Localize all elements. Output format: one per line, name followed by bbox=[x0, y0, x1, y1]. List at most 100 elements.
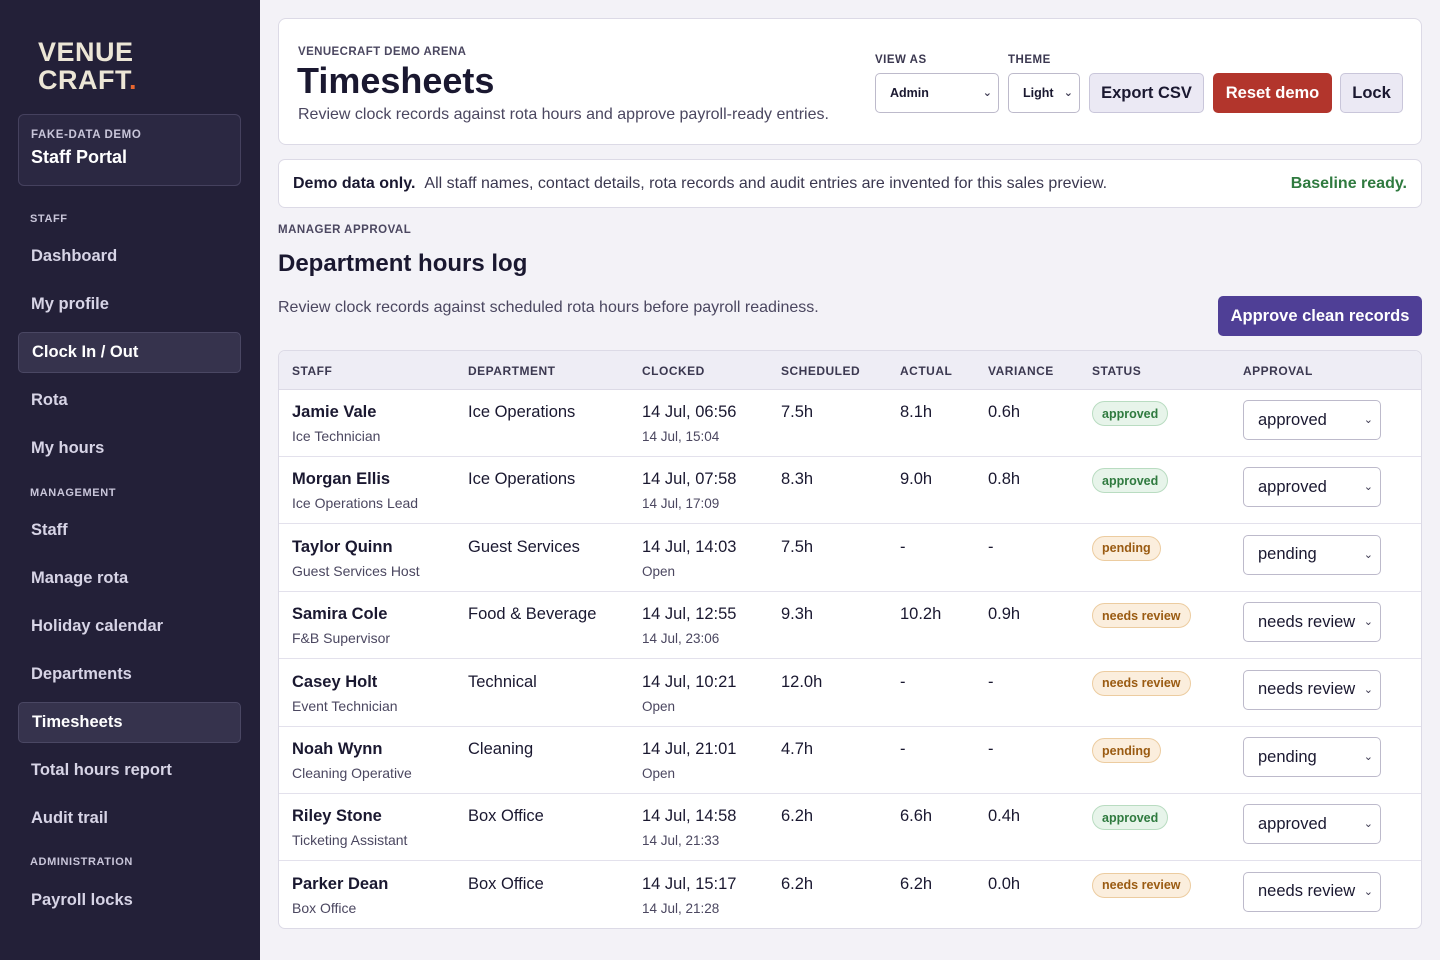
notice-strong: Demo data only. bbox=[293, 174, 416, 192]
approval-value: needs review bbox=[1258, 612, 1356, 631]
staff-name: Casey Holt bbox=[292, 672, 378, 691]
approval-select[interactable]: needs review ⌄ bbox=[1243, 669, 1381, 710]
variance-hours: 0.0h bbox=[988, 874, 1021, 893]
sidebar-item-staff[interactable]: Staff bbox=[18, 510, 241, 551]
venue-name: VENUECRAFT DEMO ARENA bbox=[298, 46, 467, 58]
clock-out-time: Open bbox=[642, 766, 676, 781]
staff-name: Riley Stone bbox=[292, 807, 382, 826]
column-header-staff: STAFF bbox=[292, 364, 333, 378]
sidebar: VENUE CRAFT. FAKE-DATA DEMO Staff Portal… bbox=[0, 0, 260, 960]
scheduled-hours: 4.7h bbox=[781, 740, 814, 758]
variance-hours: 0.8h bbox=[988, 470, 1021, 489]
staff-name: Jamie Vale bbox=[292, 403, 377, 421]
variance-hours: - bbox=[988, 537, 994, 556]
page-title: Timesheets bbox=[297, 60, 495, 101]
approval-value: pending bbox=[1258, 747, 1317, 766]
sidebar-item-timesheets[interactable]: Timesheets bbox=[18, 702, 241, 743]
nav-section-administration: ADMINISTRATION bbox=[30, 856, 133, 868]
status-badge: pending bbox=[1092, 738, 1161, 763]
department-cell: Box Office bbox=[468, 874, 544, 893]
sidebar-item-holiday-calendar[interactable]: Holiday calendar bbox=[18, 606, 241, 647]
status-badge: needs review bbox=[1092, 603, 1191, 629]
variance-hours: 0.4h bbox=[988, 807, 1021, 826]
scheduled-hours: 7.5h bbox=[781, 537, 814, 556]
notice-text: All staff names, contact details, rota r… bbox=[424, 174, 1108, 192]
table-row: Riley Stone Ticketing Assistant Box Office… bbox=[279, 794, 1421, 862]
sidebar-item-manage-rota[interactable]: Manage rota bbox=[18, 558, 241, 599]
export-csv-button[interactable]: Export CSV bbox=[1089, 73, 1204, 113]
status-badge: approved bbox=[1092, 401, 1169, 426]
staff-name: Taylor Quinn bbox=[292, 537, 393, 556]
scheduled-hours: 6.2h bbox=[781, 874, 814, 893]
clock-out-time: Open bbox=[642, 563, 676, 579]
approval-select[interactable]: approved ⌄ bbox=[1243, 804, 1381, 845]
chevron-down-icon: ⌄ bbox=[1363, 481, 1373, 494]
actual-hours: 6.6h bbox=[900, 807, 933, 826]
approval-value: approved bbox=[1258, 814, 1327, 833]
clock-in-time: 14 Jul, 07:58 bbox=[642, 470, 737, 489]
chevron-down-icon: ⌄ bbox=[1363, 885, 1373, 898]
nav-section-staff: STAFF bbox=[30, 213, 68, 225]
variance-hours: - bbox=[988, 740, 994, 758]
clock-out-time: 14 Jul, 17:09 bbox=[642, 496, 720, 512]
column-header-scheduled: SCHEDULED bbox=[781, 364, 861, 378]
portal-title: Staff Portal bbox=[31, 147, 128, 167]
approval-value: needs review bbox=[1258, 882, 1356, 901]
hours-table: STAFF DEPARTMENT CLOCKED SCHEDULED ACTUA… bbox=[278, 350, 1422, 929]
actual-hours: - bbox=[900, 740, 906, 758]
table-row: Morgan Ellis Ice Operations Lead Ice Opera… bbox=[279, 457, 1421, 525]
chevron-down-icon: ⌄ bbox=[1363, 751, 1373, 763]
table-row: Samira Cole F&B Supervisor Food & Beverage… bbox=[279, 592, 1421, 660]
clock-in-time: 14 Jul, 12:55 bbox=[642, 605, 737, 624]
scheduled-hours: 12.0h bbox=[781, 672, 823, 691]
variance-hours: 0.9h bbox=[988, 605, 1021, 624]
approval-select[interactable]: approved ⌄ bbox=[1243, 467, 1381, 508]
approval-value: approved bbox=[1258, 410, 1327, 429]
status-badge: approved bbox=[1092, 468, 1169, 494]
variance-hours: 0.6h bbox=[988, 403, 1021, 421]
logo-line-2: CRAFT. bbox=[38, 65, 138, 95]
department-cell: Ice Operations bbox=[468, 470, 576, 489]
department-cell: Cleaning bbox=[468, 740, 534, 758]
approval-select[interactable]: pending ⌄ bbox=[1243, 737, 1381, 777]
column-header-clocked: CLOCKED bbox=[642, 364, 705, 378]
sidebar-item-total-hours-report[interactable]: Total hours report bbox=[18, 750, 241, 791]
sidebar-item-audit-trail[interactable]: Audit trail bbox=[18, 798, 241, 839]
staff-name: Samira Cole bbox=[292, 605, 388, 624]
venuecraft-logo[interactable]: VENUE CRAFT. bbox=[38, 38, 137, 94]
clock-in-time: 14 Jul, 15:17 bbox=[642, 874, 737, 893]
approval-select[interactable]: pending ⌄ bbox=[1243, 534, 1381, 575]
staff-role: Event Technician bbox=[292, 697, 398, 714]
chevron-down-icon: ⌄ bbox=[1063, 87, 1073, 99]
reset-demo-button[interactable]: Reset demo bbox=[1213, 73, 1332, 113]
approval-select[interactable]: approved ⌄ bbox=[1243, 400, 1381, 440]
department-cell: Food & Beverage bbox=[468, 605, 597, 624]
actual-hours: 8.1h bbox=[900, 403, 933, 421]
lock-button[interactable]: Lock bbox=[1340, 73, 1403, 113]
theme-select[interactable]: Light ⌄ bbox=[1008, 73, 1080, 113]
status-badge: needs review bbox=[1092, 670, 1191, 696]
sidebar-item-my-hours[interactable]: My hours bbox=[18, 428, 241, 469]
section-title: Department hours log bbox=[278, 250, 528, 277]
sidebar-item-departments[interactable]: Departments bbox=[18, 654, 241, 695]
sidebar-item-payroll-locks[interactable]: Payroll locks bbox=[18, 880, 241, 921]
approval-select[interactable]: needs review ⌄ bbox=[1243, 602, 1381, 643]
approve-clean-records-button[interactable]: Approve clean records bbox=[1218, 296, 1422, 336]
chevron-down-icon: ⌄ bbox=[1363, 616, 1373, 629]
clock-in-time: 14 Jul, 14:03 bbox=[642, 537, 737, 556]
approval-value: approved bbox=[1258, 477, 1327, 496]
staff-role: F&B Supervisor bbox=[292, 630, 391, 647]
approval-select[interactable]: needs review ⌄ bbox=[1243, 871, 1381, 912]
table-row: Jamie Vale Ice Technician Ice Operations 14… bbox=[279, 390, 1421, 457]
sidebar-item-my-profile[interactable]: My profile bbox=[18, 284, 241, 325]
sidebar-item-dashboard[interactable]: Dashboard bbox=[18, 236, 241, 277]
sidebar-item-clock-in-out[interactable]: Clock In / Out bbox=[18, 332, 241, 373]
staff-role: Box Office bbox=[292, 899, 357, 916]
view-as-select[interactable]: Admin ⌄ bbox=[875, 73, 999, 113]
sidebar-item-rota[interactable]: Rota bbox=[18, 380, 241, 421]
clock-in-time: 14 Jul, 21:01 bbox=[642, 740, 737, 758]
table-row: Taylor Quinn Guest Services Host Guest Ser… bbox=[279, 525, 1421, 592]
approval-value: pending bbox=[1258, 545, 1317, 564]
actual-hours: - bbox=[900, 672, 906, 691]
clock-out-time: 14 Jul, 23:06 bbox=[642, 631, 720, 647]
